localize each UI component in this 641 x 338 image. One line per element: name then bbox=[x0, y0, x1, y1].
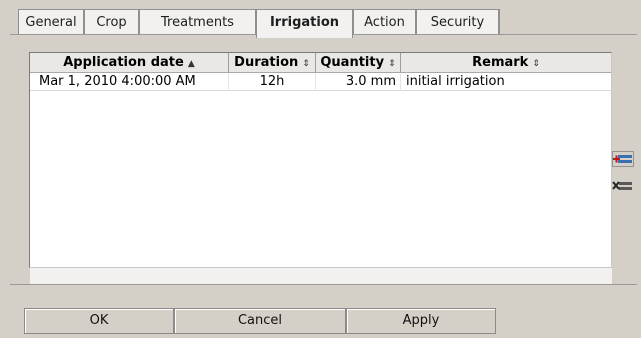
sort-toggle-icon: ⇕ bbox=[532, 59, 540, 69]
tab-irrigation[interactable]: Irrigation bbox=[256, 9, 353, 38]
column-header-application-date[interactable]: Application date ▲ bbox=[30, 53, 229, 73]
column-header-remark[interactable]: Remark ⇕ bbox=[401, 53, 611, 73]
footer-separator bbox=[10, 284, 637, 285]
tab-crop[interactable]: Crop bbox=[84, 9, 139, 36]
add-row-icon bbox=[612, 151, 634, 167]
irrigation-table: Application date ▲ Duration ⇕ Quantity ⇕ Re… bbox=[29, 52, 612, 268]
column-header-quantity[interactable]: Quantity ⇕ bbox=[316, 53, 401, 73]
tab-general[interactable]: General bbox=[18, 9, 84, 36]
column-header-duration[interactable]: Duration ⇕ bbox=[229, 53, 316, 73]
cell-application-date: Mar 1, 2010 4:00:00 AM bbox=[30, 74, 229, 91]
cell-quantity: 3.0 mm bbox=[316, 74, 401, 91]
tab-security[interactable]: Security bbox=[416, 9, 499, 36]
sort-toggle-icon: ⇕ bbox=[302, 59, 310, 69]
tab-strip: General Crop Treatments Irrigation Actio… bbox=[18, 9, 578, 38]
table-row[interactable]: Mar 1, 2010 4:00:00 AM 12h 3.0 mm initia… bbox=[30, 74, 611, 91]
column-header-label: Application date bbox=[63, 55, 184, 70]
remove-row-icon bbox=[612, 181, 632, 190]
table-header: Application date ▲ Duration ⇕ Quantity ⇕ Re… bbox=[30, 53, 611, 73]
irrigation-panel: Application date ▲ Duration ⇕ Quantity ⇕ Re… bbox=[10, 34, 637, 284]
cancel-button[interactable]: Cancel bbox=[174, 308, 346, 334]
sort-toggle-icon: ⇕ bbox=[388, 59, 396, 69]
tab-action[interactable]: Action bbox=[353, 9, 416, 36]
sort-ascending-icon: ▲ bbox=[187, 59, 195, 69]
column-header-label: Quantity bbox=[320, 55, 385, 70]
apply-button[interactable]: Apply bbox=[346, 308, 496, 334]
remove-row-button[interactable] bbox=[612, 178, 634, 194]
column-header-label: Remark bbox=[472, 55, 529, 70]
tab-treatments[interactable]: Treatments bbox=[139, 9, 256, 36]
cell-duration: 12h bbox=[229, 74, 316, 91]
tab-strip-filler bbox=[499, 9, 577, 36]
column-header-label: Duration bbox=[234, 55, 299, 70]
add-row-button[interactable] bbox=[612, 151, 634, 167]
cell-remark: initial irrigation bbox=[406, 74, 505, 89]
ok-button[interactable]: OK bbox=[24, 308, 174, 334]
